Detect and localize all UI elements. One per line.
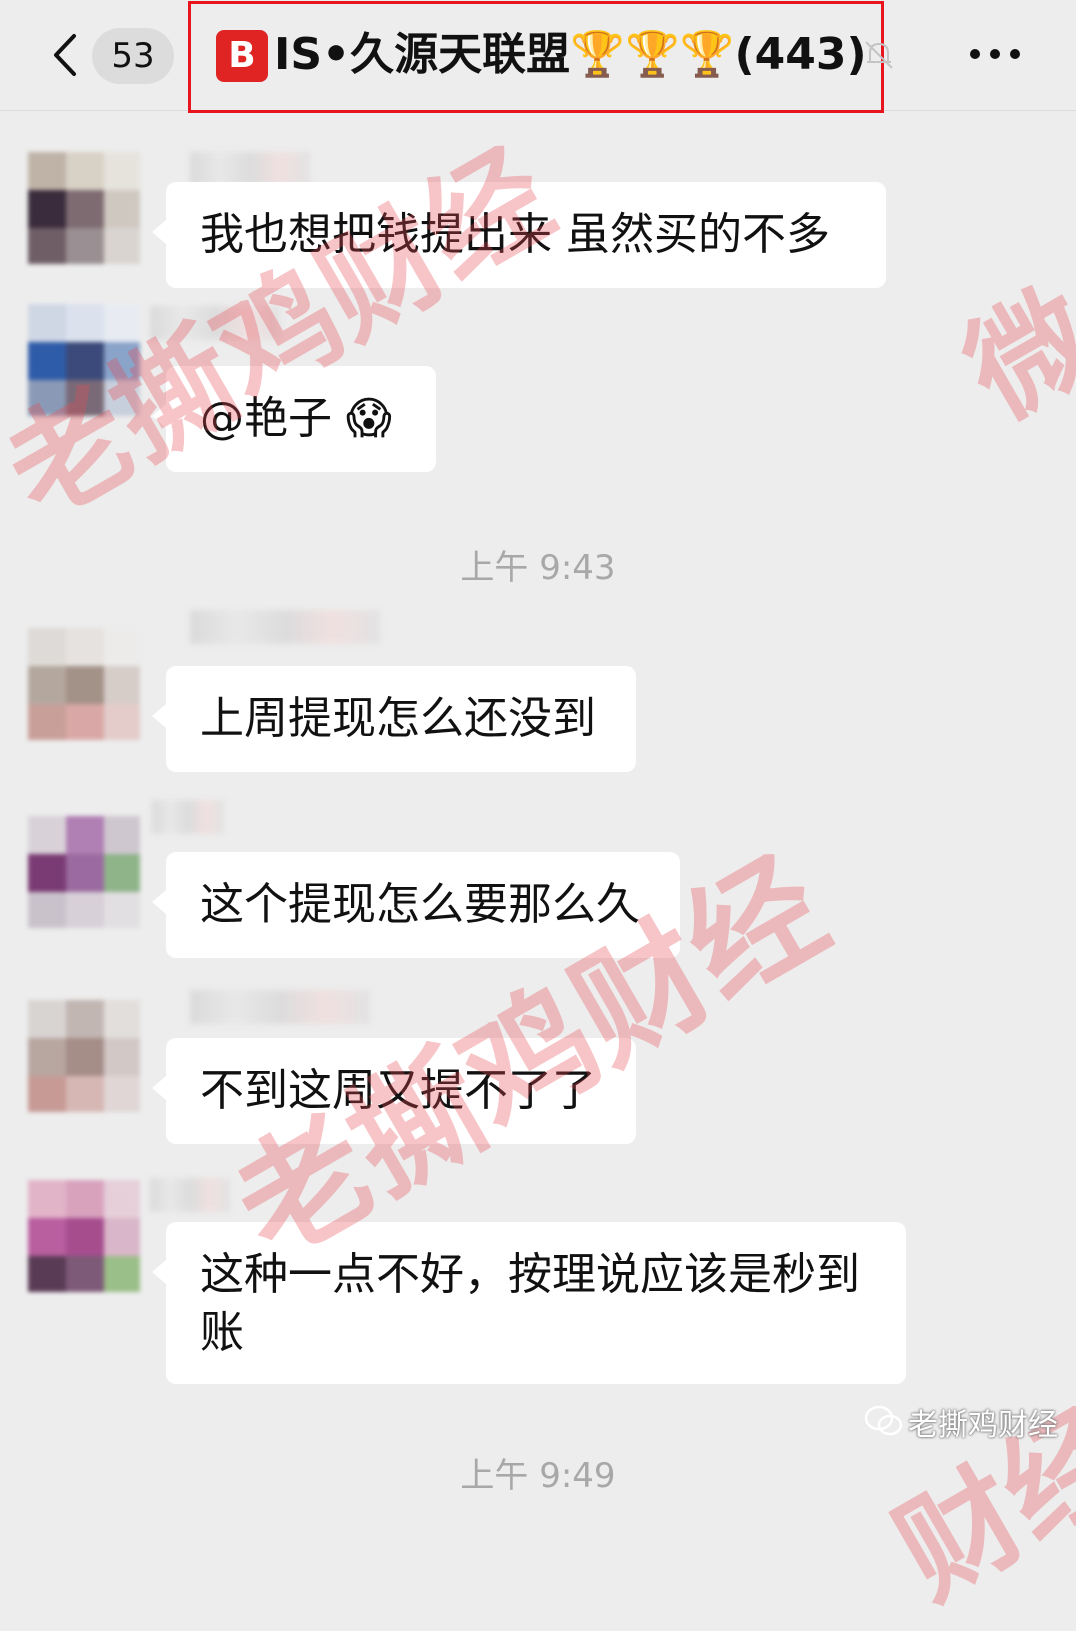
sender-name-blurred [150, 1178, 230, 1212]
sender-name-blurred [150, 306, 280, 340]
watermark: 微信 [943, 203, 1076, 446]
message-bubble[interactable]: 我也想把钱提出来 虽然买的不多 [152, 182, 886, 288]
message-text: @艳子 😱 [200, 393, 392, 444]
message-bubble[interactable]: 不到这周又提不了了 [152, 1038, 636, 1144]
avatar[interactable] [28, 1000, 140, 1112]
unread-count-badge[interactable]: 53 [92, 28, 174, 84]
timestamp: 上午 9:43 [460, 548, 616, 588]
sender-name-blurred [190, 152, 310, 186]
sender-name-blurred [152, 800, 224, 834]
message-bubble[interactable]: 这个提现怎么要那么久 [152, 852, 680, 958]
timestamp: 上午 9:49 [460, 1456, 616, 1496]
group-badge-icon: B [216, 30, 268, 82]
chevron-left-icon[interactable] [46, 30, 86, 80]
chat-header: 53 B IS•久源天联盟🏆🏆🏆(443) [0, 0, 1076, 113]
avatar[interactable] [28, 152, 140, 264]
wechat-official-account-icon [864, 1405, 903, 1436]
avatar[interactable] [28, 1180, 140, 1292]
account-name: 老撕鸡财经 [908, 1408, 1058, 1443]
message-text: 这种一点不好，按理说应该是秒到账 [200, 1249, 860, 1358]
ellipsis-icon[interactable] [968, 44, 1022, 64]
message-text: 上周提现怎么还没到 [200, 693, 596, 744]
message-bubble[interactable]: @艳子 😱 [152, 366, 436, 472]
message-text: 这个提现怎么要那么久 [200, 879, 640, 930]
message-text: 我也想把钱提出来 虽然买的不多 [200, 209, 830, 260]
avatar[interactable] [28, 816, 140, 928]
sender-name-blurred [190, 610, 380, 644]
bell-off-icon [865, 41, 893, 69]
message-bubble[interactable]: 这种一点不好，按理说应该是秒到账 [152, 1222, 906, 1384]
avatar[interactable] [28, 304, 140, 416]
message-bubble[interactable]: 上周提现怎么还没到 [152, 666, 636, 772]
sender-name-blurred [190, 990, 370, 1024]
avatar[interactable] [28, 628, 140, 740]
message-text: 不到这周又提不了了 [200, 1065, 596, 1116]
group-title[interactable]: IS•久源天联盟🏆🏆🏆(443) [274, 24, 867, 86]
